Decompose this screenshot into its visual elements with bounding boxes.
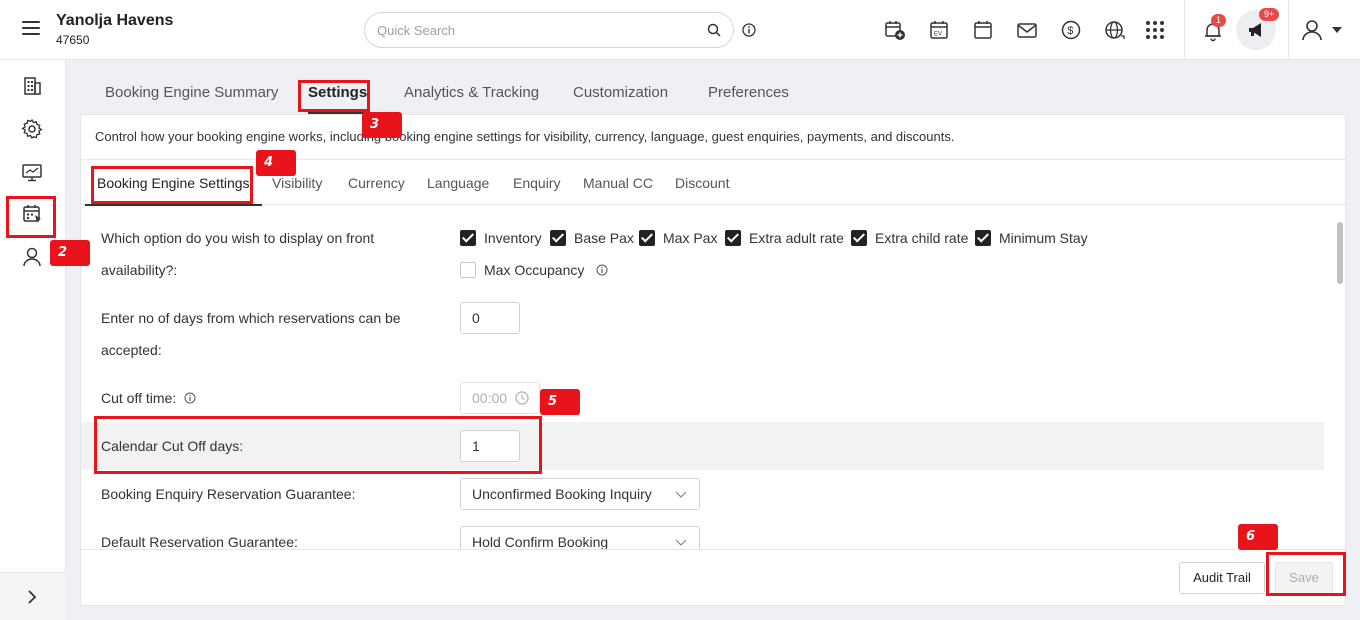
tab-booking-engine-summary[interactable]: Booking Engine Summary [105,70,278,114]
default-guarantee-label: Default Reservation Guarantee: [101,534,298,549]
info-icon[interactable] [596,264,608,276]
enquiry-guarantee-select[interactable]: Unconfirmed Booking Inquiry [460,478,700,510]
days-accept-label: Enter no of days from which reservations… [101,310,401,326]
days-accept-label-cont: accepted: [101,342,162,358]
menu-icon[interactable] [22,21,40,35]
clock-icon [515,391,529,405]
calendar-icon[interactable] [972,19,994,41]
scrollbar-thumb[interactable] [1337,222,1343,284]
search-input[interactable] [377,13,697,47]
annotation-box [91,166,253,204]
apps-grid-icon[interactable] [1144,19,1166,41]
notification-badge: 1 [1211,14,1227,27]
settings-panel: Control how your booking engine works, i… [80,114,1346,606]
annotation-label: 4 [256,150,296,176]
megaphone-icon [1249,23,1261,37]
enquiry-guarantee-label: Booking Enquiry Reservation Guarantee: [101,486,356,502]
checkbox[interactable] [639,230,655,246]
audit-trail-button[interactable]: Audit Trail [1179,562,1265,594]
currency-icon[interactable]: $ [1060,19,1082,41]
annotation-box [298,80,370,112]
user-icon[interactable] [1300,18,1324,42]
info-icon[interactable] [184,392,196,404]
annotation-label: 6 [1238,524,1278,550]
subtab-language[interactable]: Language [427,160,489,206]
annotation-label: 3 [362,112,402,138]
option-inventory[interactable]: Inventory [460,228,542,248]
topbar-divider [1288,0,1289,60]
option-max-occupancy[interactable]: Max Occupancy [460,260,608,280]
annotation-label: 2 [50,240,90,266]
annotation-box [6,196,56,238]
days-accept-input[interactable]: 0 [460,302,520,334]
checkbox[interactable] [460,230,476,246]
search-icon[interactable] [707,23,721,37]
quick-search [364,12,734,48]
settings-gear-icon[interactable] [21,118,43,140]
option-extra-adult-rate[interactable]: Extra adult rate [725,228,844,248]
settings-form: Which option do you wish to display on f… [81,206,1345,549]
subtab-enquiry[interactable]: Enquiry [513,160,560,206]
checkbox[interactable] [851,230,867,246]
expand-nav-button[interactable] [0,572,66,620]
main-tabs: Booking Engine Summary Settings Analytic… [80,70,1346,114]
panel-footer: Audit Trail Save [81,549,1345,605]
subtab-manual-cc[interactable]: Manual CC [583,160,653,206]
vertical-scrollbar[interactable] [1337,212,1343,542]
svg-text:EV: EV [934,32,942,38]
topbar-divider [1184,0,1185,60]
mail-icon[interactable] [1016,19,1038,41]
option-max-pax[interactable]: Max Pax [639,228,717,248]
hotel-id: 47650 [56,33,90,47]
add-reservation-icon[interactable] [884,19,906,41]
top-bar: Yanolja Havens 47650 EV $ 1 9+ [0,0,1360,60]
announcement-badge: 9+ [1259,8,1280,21]
annotation-box [94,416,542,474]
hotel-building-icon[interactable] [21,75,43,97]
caret-down-icon[interactable] [1332,26,1342,34]
display-option-label-cont: availability?: [101,262,178,278]
tab-customization[interactable]: Customization [573,70,668,114]
cut-off-time-input[interactable]: 00:00 [460,382,540,414]
event-calendar-icon[interactable]: EV [928,19,950,41]
annotation-box [1266,552,1346,596]
tab-preferences[interactable]: Preferences [708,70,789,114]
tab-analytics-tracking[interactable]: Analytics & Tracking [404,70,539,114]
option-extra-child-rate[interactable]: Extra child rate [851,228,968,248]
display-option-label: Which option do you wish to display on f… [101,230,375,246]
info-icon[interactable] [742,23,756,37]
subtab-currency[interactable]: Currency [348,160,405,206]
left-nav [0,60,66,620]
checkbox[interactable] [725,230,741,246]
globe-icon[interactable] [1104,19,1126,41]
option-base-pax[interactable]: Base Pax [550,228,634,248]
settings-description: Control how your booking engine works, i… [95,129,955,144]
checkbox[interactable] [460,262,476,278]
svg-text:$: $ [1067,25,1073,37]
monitor-icon[interactable] [21,161,43,183]
chevron-right-icon [28,590,37,604]
guest-profile-icon[interactable] [21,246,43,268]
cut-off-time-label: Cut off time: [101,382,196,414]
checkbox[interactable] [550,230,566,246]
option-minimum-stay[interactable]: Minimum Stay [975,228,1088,248]
checkbox[interactable] [975,230,991,246]
chevron-down-icon [675,539,687,546]
annotation-label: 5 [540,389,580,415]
subtab-discount[interactable]: Discount [675,160,729,206]
chevron-down-icon [675,491,687,498]
hotel-name: Yanolja Havens [56,12,174,29]
default-guarantee-select[interactable]: Hold Confirm Booking [460,526,700,549]
